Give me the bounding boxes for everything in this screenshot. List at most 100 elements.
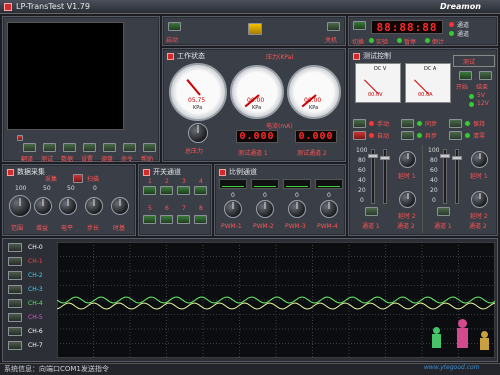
- ch2-slider-b-thumb[interactable]: [452, 156, 462, 160]
- bank2-scale-2: 60: [430, 167, 438, 174]
- range-knob[interactable]: [9, 195, 31, 217]
- pwm4-knob[interactable]: [320, 200, 338, 218]
- work-status-header: 工作状态: [167, 51, 205, 61]
- ch3-toggle[interactable]: [8, 285, 22, 294]
- led-indicator: [17, 135, 23, 141]
- ch2-toggle[interactable]: [8, 271, 22, 280]
- sync-led: [417, 121, 422, 126]
- scan-button[interactable]: [73, 174, 83, 183]
- toolbar-btn-data[interactable]: [63, 143, 76, 152]
- pwm2-label: PWM-2: [253, 223, 274, 230]
- async-led: [417, 133, 422, 138]
- switch-btn-3[interactable]: [177, 186, 190, 195]
- switch-btn-2[interactable]: [160, 186, 173, 195]
- async-label: 异步: [425, 133, 438, 140]
- manual-button[interactable]: [353, 119, 366, 128]
- pwm-bar-2-line: [254, 186, 276, 187]
- switch-btn-4[interactable]: [194, 186, 207, 195]
- clock-led-1: [449, 22, 454, 27]
- ch1-slider-a[interactable]: [368, 149, 378, 204]
- clock-led-2: [449, 31, 454, 36]
- ch2-slider-a-thumb[interactable]: [440, 154, 450, 158]
- toolbar-btn-settings[interactable]: [83, 143, 96, 152]
- manual-label: 手动: [377, 121, 390, 128]
- toolbar-label-settings: 设置: [81, 156, 94, 163]
- total-pressure-label: 总压力: [185, 148, 204, 155]
- label-5v: 5V: [477, 92, 485, 99]
- toolbar-label-test: 测试: [41, 156, 54, 163]
- bank1-scale-5: 0: [360, 197, 364, 204]
- switch-btn-6[interactable]: [160, 215, 173, 224]
- toolbar-btn-test[interactable]: [43, 143, 56, 152]
- clock-led-countdown: [425, 38, 430, 43]
- channel1-button[interactable]: [365, 207, 378, 216]
- switch-num-7: 7: [182, 205, 186, 212]
- hold-button[interactable]: [449, 119, 462, 128]
- bank2-scale-0: 100: [428, 147, 440, 154]
- async-button[interactable]: [401, 131, 414, 140]
- delay1b-knob[interactable]: [471, 151, 488, 168]
- prop-header: 比例通道: [219, 167, 257, 177]
- ch1-label: CH-1: [28, 258, 43, 265]
- ch1-slider-b[interactable]: [380, 149, 390, 204]
- pwm4-label: PWM-4: [317, 223, 338, 230]
- gain-knob[interactable]: [34, 197, 52, 215]
- ch1-slider-a-thumb[interactable]: [368, 154, 378, 158]
- ch4-toggle[interactable]: [8, 299, 22, 308]
- switch-btn-7[interactable]: [177, 215, 190, 224]
- clock-led-exp: [369, 38, 374, 43]
- ch2-slider-b[interactable]: [452, 149, 462, 204]
- close-button[interactable]: [327, 22, 340, 31]
- switch-btn-5[interactable]: [143, 215, 156, 224]
- channel2-button[interactable]: [437, 207, 450, 216]
- toolbar-btn-command[interactable]: [123, 143, 136, 152]
- voltmeter: DC V 00.0V: [355, 63, 401, 103]
- clear-button[interactable]: [449, 131, 462, 140]
- auto-button[interactable]: [353, 131, 366, 140]
- ammeter-label: DC A: [424, 66, 437, 72]
- switch-btn-8[interactable]: [194, 215, 207, 224]
- toolbar-btn-tune[interactable]: [103, 143, 116, 152]
- auto-led: [369, 133, 374, 138]
- channel1b-label: 通道 1: [434, 223, 452, 230]
- delay1-knob[interactable]: [399, 151, 416, 168]
- delay1b-label: 延时 1: [470, 173, 488, 180]
- delay2b-label: 延时 2: [470, 213, 488, 220]
- ch7-toggle[interactable]: [8, 341, 22, 350]
- pwm4-value: 0: [327, 192, 331, 199]
- switch-btn-1[interactable]: [143, 186, 156, 195]
- ch1-toggle[interactable]: [8, 257, 22, 266]
- ch5-toggle[interactable]: [8, 313, 22, 322]
- gauge2-value: 00.00: [247, 97, 265, 104]
- scan-label: 扫描: [87, 176, 100, 183]
- close-label: 关机: [325, 37, 338, 44]
- level-knob[interactable]: [59, 197, 77, 215]
- pwm2-knob[interactable]: [256, 200, 274, 218]
- delay2-knob[interactable]: [399, 191, 416, 208]
- pwm1-knob[interactable]: [224, 200, 242, 218]
- ch0-toggle[interactable]: [8, 243, 22, 252]
- acq-scale-3: 0: [93, 185, 97, 192]
- start-button[interactable]: [168, 22, 181, 31]
- total-pressure-knob[interactable]: [188, 123, 208, 143]
- test-pressure-gauge-2: 00.00 KPa: [287, 65, 341, 119]
- acq-panel: 数据采集 采集 扫描 100 50 50 0 范围 增益 电平 步长 时基: [2, 164, 136, 236]
- test-start-button[interactable]: [459, 71, 472, 80]
- clock-panel: 88:88:88 通道 通道 切换 实验 暂停 倒计: [348, 16, 498, 46]
- clock-label-switch: 切换: [352, 39, 365, 46]
- ch1-slider-b-thumb[interactable]: [380, 156, 390, 160]
- voltmeter-value: 00.0V: [368, 92, 383, 98]
- toolbar-btn-help[interactable]: [143, 143, 156, 152]
- voltmeter-label: DC V: [374, 66, 387, 72]
- delay2b-knob[interactable]: [471, 191, 488, 208]
- mascot-figure-1: [431, 327, 441, 349]
- toolbar-btn-translate[interactable]: [23, 143, 36, 152]
- ch2-slider-a[interactable]: [440, 149, 450, 204]
- sync-button[interactable]: [401, 119, 414, 128]
- clock-mode-button[interactable]: [353, 21, 366, 30]
- ch6-toggle[interactable]: [8, 327, 22, 336]
- pwm3-knob[interactable]: [288, 200, 306, 218]
- step-knob[interactable]: [85, 197, 103, 215]
- timebase-knob[interactable]: [111, 197, 129, 215]
- test-end-button[interactable]: [479, 71, 492, 80]
